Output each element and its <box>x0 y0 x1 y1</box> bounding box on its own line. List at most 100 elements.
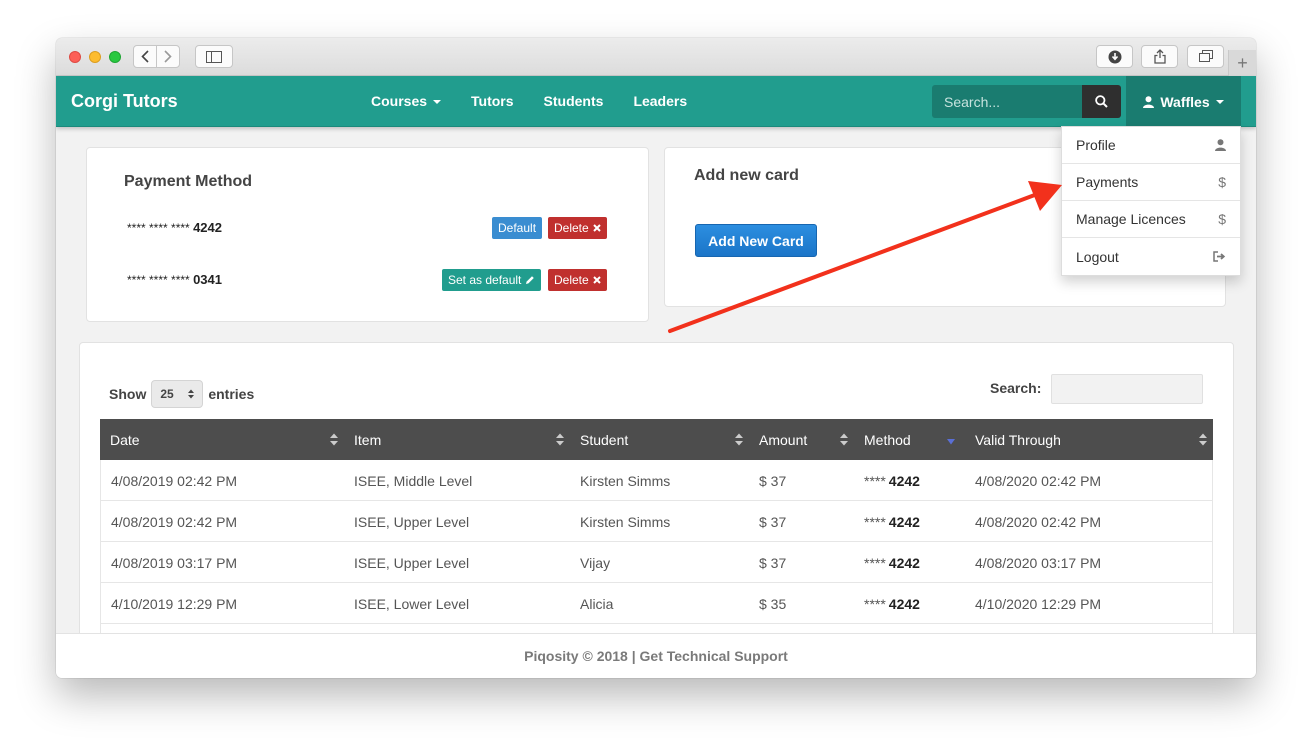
chevron-right-icon <box>164 50 172 63</box>
entries-select[interactable]: 25 <box>151 380 204 408</box>
sort-icon <box>735 433 743 446</box>
brand-logo[interactable]: Corgi Tutors <box>71 91 178 112</box>
sort-icon <box>1199 433 1207 446</box>
table-search-input[interactable] <box>1051 374 1203 404</box>
nav-tutors[interactable]: Tutors <box>456 76 529 127</box>
dropdown-item-logout[interactable]: Logout <box>1062 238 1240 275</box>
minimize-window-button[interactable] <box>89 51 101 63</box>
table-header: Date Item Student Amount Method Valid Th… <box>100 419 1213 460</box>
search-input[interactable] <box>932 85 1082 118</box>
delete-card-2-button[interactable]: Delete <box>548 269 607 291</box>
cell-amount: $ 37 <box>759 472 787 489</box>
cell-student: Vijay <box>580 554 611 571</box>
close-window-button[interactable] <box>69 51 81 63</box>
method-last4: 4242 <box>888 554 920 571</box>
cell-item: ISEE, Upper Level <box>354 513 470 530</box>
times-icon <box>592 276 601 284</box>
column-label: Item <box>354 431 382 448</box>
dropdown-item-label: Manage Licences <box>1076 211 1186 227</box>
dropdown-item-label: Logout <box>1076 248 1119 265</box>
share-button[interactable] <box>1141 45 1178 68</box>
plus-icon: + <box>1237 52 1248 73</box>
method-last4: 4242 <box>888 513 920 530</box>
times-icon <box>592 224 601 232</box>
column-label: Student <box>580 431 629 448</box>
column-label: Date <box>110 431 140 448</box>
downloads-button[interactable] <box>1096 45 1133 68</box>
caret-down-icon <box>433 99 442 104</box>
nav-students[interactable]: Students <box>529 76 619 127</box>
pencil-icon <box>526 276 535 284</box>
cell-valid-through: 4/08/2020 02:42 PM <box>975 472 1102 489</box>
cell-method: **** 4242 <box>854 583 965 624</box>
cell-valid-through: 4/08/2020 03:17 PM <box>975 554 1102 571</box>
column-valid-through[interactable]: Valid Through <box>965 419 1213 460</box>
column-student[interactable]: Student <box>570 419 749 460</box>
nav-courses-label: Courses <box>371 93 428 109</box>
share-icon <box>1153 49 1166 64</box>
card-mask: **** **** **** <box>127 273 190 287</box>
column-label: Valid Through <box>975 431 1061 448</box>
table-row: 4/10/2019 12:29 PM ISEE, Lower Level Ali… <box>100 583 1213 624</box>
payment-method-panel: Payment Method **** **** **** 4242 Defau… <box>86 147 649 322</box>
dropdown-item-payments[interactable]: Payments $ <box>1062 164 1240 201</box>
search-button[interactable] <box>1082 85 1121 118</box>
user-icon <box>1215 139 1226 151</box>
cell-item: ISEE, Middle Level <box>354 472 473 489</box>
nav-courses[interactable]: Courses <box>356 76 456 127</box>
column-date[interactable]: Date <box>100 419 344 460</box>
set-as-default-button[interactable]: Set as default <box>442 269 542 291</box>
dollar-icon: $ <box>1218 211 1226 227</box>
method-last4: 4242 <box>888 472 920 489</box>
dropdown-item-label: Payments <box>1076 174 1139 190</box>
sort-desc-icon <box>947 439 955 445</box>
entries-length-control: Show 25 entries <box>109 380 254 408</box>
nav-leaders[interactable]: Leaders <box>618 76 702 127</box>
column-item[interactable]: Item <box>344 419 570 460</box>
cell-student: Kirsten Simms <box>580 513 671 530</box>
cell-amount: $ 37 <box>759 513 787 530</box>
cell-valid-through: 4/08/2020 02:42 PM <box>975 513 1102 530</box>
cell-method: **** 4242 <box>854 542 965 583</box>
dropdown-item-profile[interactable]: Profile <box>1062 127 1240 164</box>
search-icon <box>1095 95 1108 108</box>
cell-date: 4/08/2019 02:42 PM <box>111 513 238 530</box>
cell-amount: $ 35 <box>759 595 787 612</box>
table-search-label: Search: <box>990 380 1042 396</box>
tabs-overview-button[interactable] <box>1187 45 1224 68</box>
method-last4: 4242 <box>888 595 920 612</box>
cell-amount: $ 37 <box>759 554 787 571</box>
card-last4: 0341 <box>193 272 222 287</box>
cell-method: **** 4242 <box>854 460 965 501</box>
column-amount[interactable]: Amount <box>749 419 854 460</box>
cell-date: 4/08/2019 03:17 PM <box>111 554 238 571</box>
sidebar-toggle-button[interactable] <box>195 45 233 68</box>
table-row: 4/08/2019 02:42 PM ISEE, Middle Level Ki… <box>100 460 1213 501</box>
dropdown-item-label: Profile <box>1076 137 1116 153</box>
footer: Piqosity © 2018 | Get Technical Support <box>56 633 1256 678</box>
column-label: Amount <box>759 431 808 448</box>
dropdown-item-manage-licences[interactable]: Manage Licences $ <box>1062 201 1240 238</box>
delete-card-1-button[interactable]: Delete <box>548 217 607 239</box>
cell-item: ISEE, Upper Level <box>354 554 470 571</box>
cell-student: Kirsten Simms <box>580 472 671 489</box>
new-tab-button[interactable]: + <box>1228 50 1256 76</box>
method-mask: **** <box>864 472 886 489</box>
add-new-card-button[interactable]: Add New Card <box>695 224 817 257</box>
user-icon <box>1143 95 1155 108</box>
default-card-button[interactable]: Default <box>492 217 543 239</box>
column-method[interactable]: Method <box>854 419 965 460</box>
card-number-2: **** **** **** 0341 <box>127 272 222 287</box>
select-arrows-icon <box>188 389 195 399</box>
payments-table: Date Item Student Amount Method Valid Th… <box>100 419 1213 636</box>
zoom-window-button[interactable] <box>109 51 121 63</box>
method-mask: **** <box>864 554 886 571</box>
user-name: Waffles <box>1160 93 1210 110</box>
user-dropdown-menu: Profile Payments $ Manage Licences $ Log… <box>1061 126 1241 276</box>
column-label: Method <box>864 431 911 448</box>
title-bar: + <box>56 38 1256 76</box>
navbar: Corgi Tutors Courses Tutors Students Lea… <box>56 76 1256 127</box>
forward-button[interactable] <box>156 45 180 68</box>
back-button[interactable] <box>133 45 157 68</box>
user-menu-toggle[interactable]: Waffles <box>1126 76 1241 127</box>
